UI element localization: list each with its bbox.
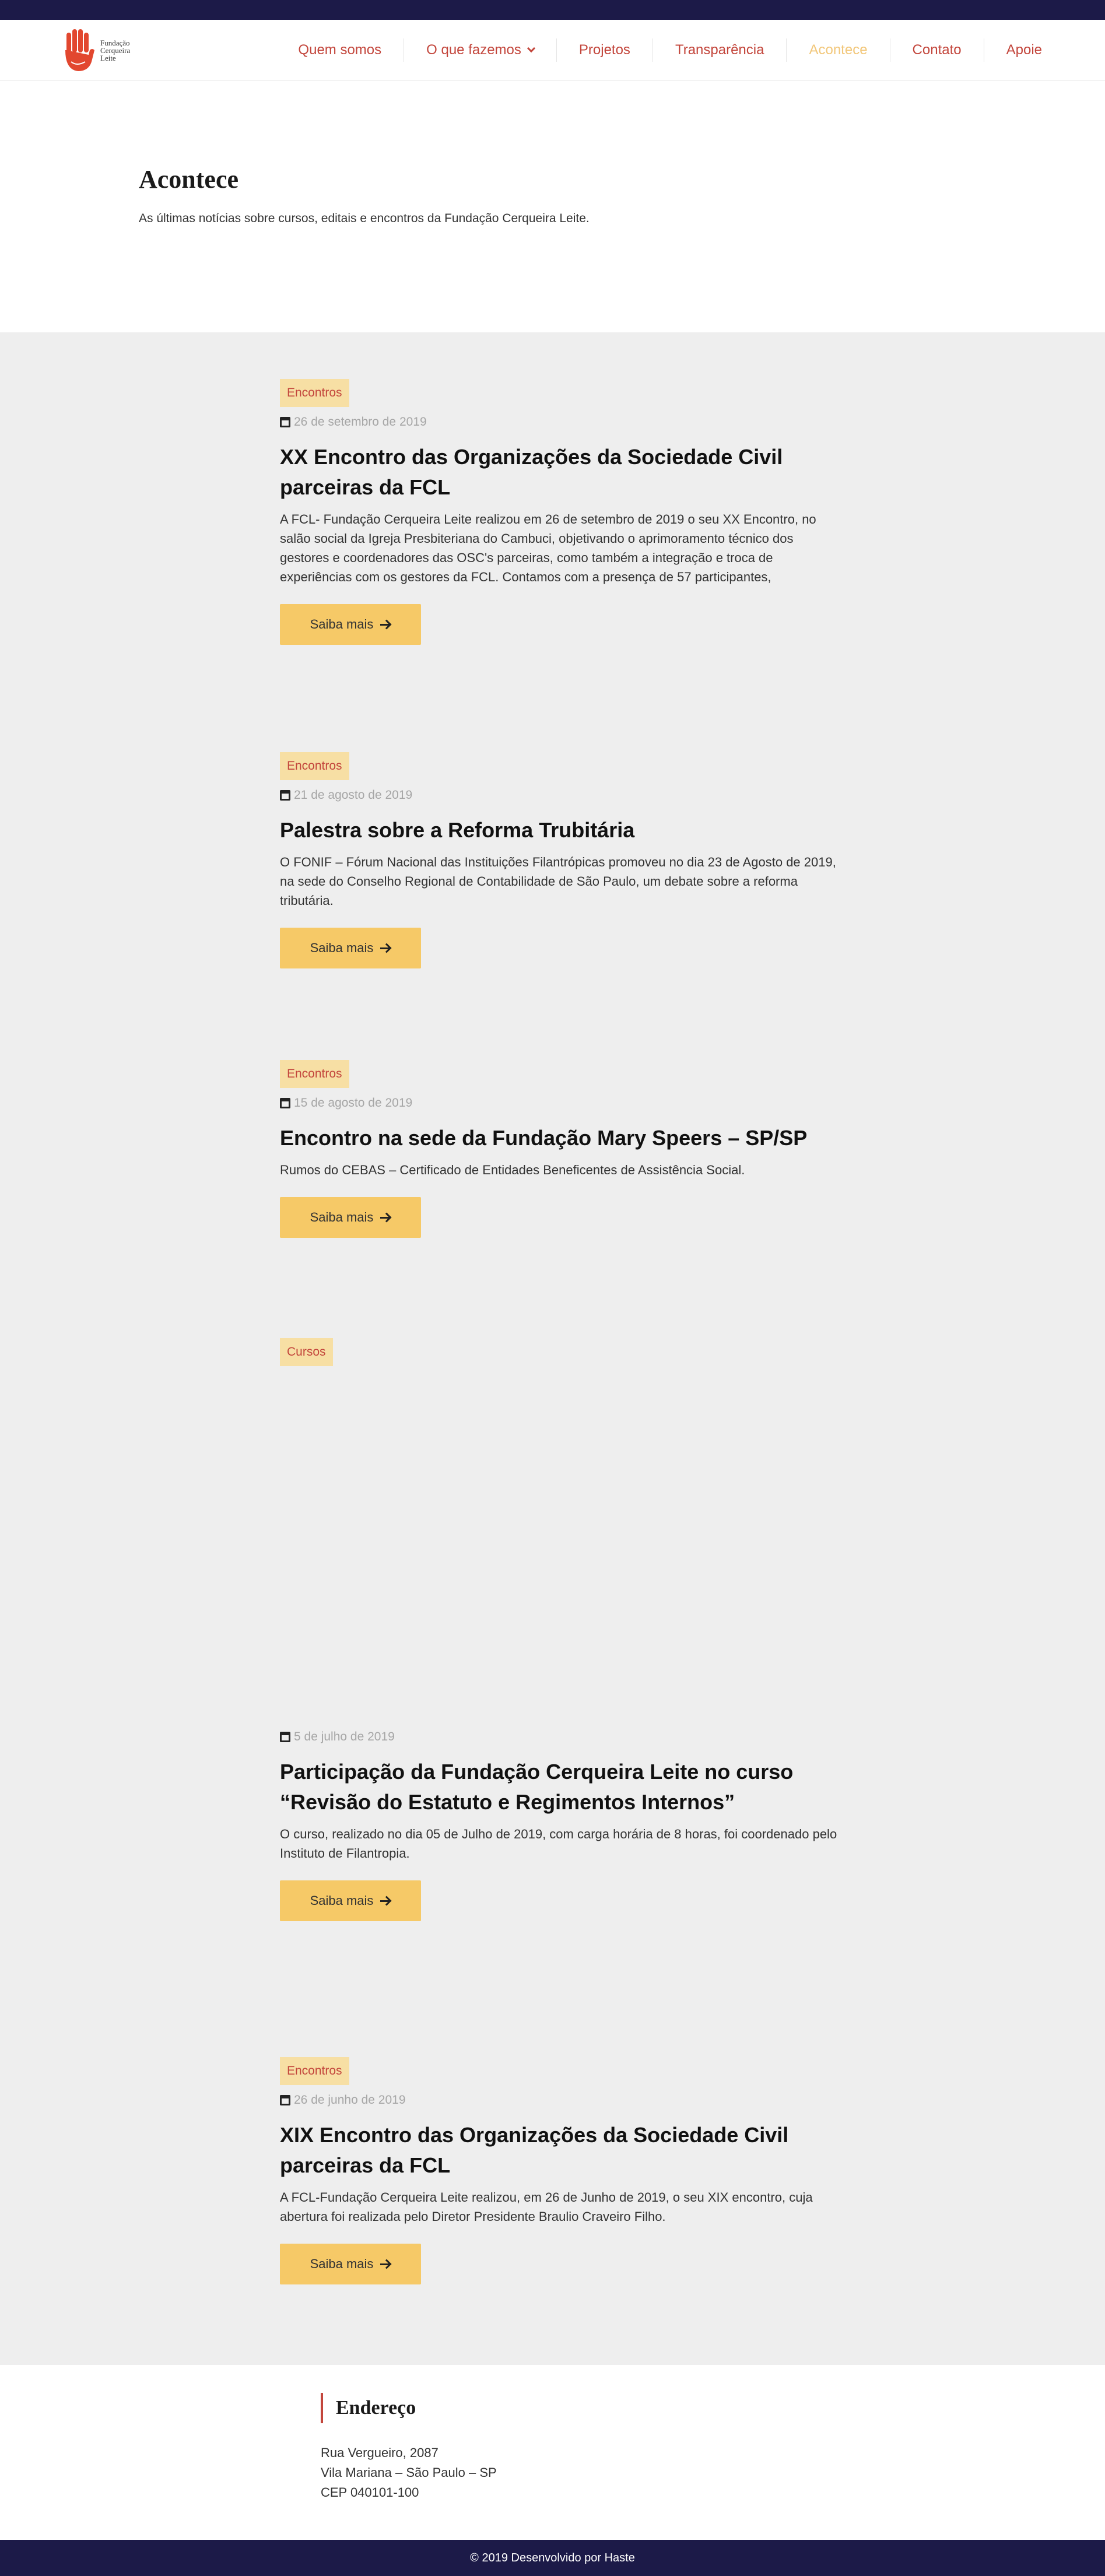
calendar-icon [280,417,290,427]
hand-logo-icon [65,29,94,71]
post-card: Encontros 15 de agosto de 2019 Encontro … [280,1060,840,1238]
page-title: Acontece [139,165,239,194]
top-bar [0,0,1105,20]
saiba-mais-button[interactable]: Saiba mais [280,1197,421,1238]
post-card: Encontros 21 de agosto de 2019 Palestra … [280,752,840,968]
logo-text-line: Cerqueira [100,45,131,55]
post-title[interactable]: Encontro na sede da Fundação Mary Speers… [280,1123,840,1153]
post-tag[interactable]: Encontros [280,752,349,780]
post-date-text: 26 de junho de 2019 [294,2093,406,2107]
post-excerpt: O FONIF – Fórum Nacional das Instituiçõe… [280,855,836,908]
nav-label: Contato [912,42,962,58]
post-title[interactable]: XIX Encontro das Organizações da Socieda… [280,2120,840,2181]
arrow-right-icon [380,1212,391,1223]
copyright-text: © 2019 Desenvolvido por Haste [470,2551,635,2564]
nav-label: Acontece [809,42,868,58]
arrow-right-icon [380,943,391,953]
nav-item-quem-somos[interactable]: Quem somos [276,38,404,62]
calendar-icon [280,1732,290,1742]
calendar-icon [280,790,290,801]
saiba-mais-button[interactable]: Saiba mais [280,604,421,645]
post-excerpt: O curso, realizado no dia 05 de Julho de… [280,1827,837,1861]
post-excerpt: Rumos do CEBAS – Certificado de Entidade… [280,1163,745,1177]
address-line: Vila Mariana – São Paulo – SP [321,2465,497,2480]
nav-label: Quem somos [298,42,382,58]
post-date-text: 15 de agosto de 2019 [294,1096,413,1110]
post-title[interactable]: Palestra sobre a Reforma Trubitária [280,815,840,845]
saiba-mais-button[interactable]: Saiba mais [280,928,421,968]
post-date: 5 de julho de 2019 [280,1730,840,1744]
footer-address: Endereço Rua Vergueiro, 2087 Vila Marian… [0,2365,1105,2540]
address-line: CEP 040101-100 [321,2485,419,2500]
post-tag[interactable]: Encontros [280,1060,349,1088]
post-tag[interactable]: Cursos [280,1338,333,1366]
address-title: Endereço [321,2393,1105,2423]
post-date: 21 de agosto de 2019 [280,788,840,802]
post-title[interactable]: XX Encontro das Organizações da Sociedad… [280,442,840,503]
post-date-text: 26 de setembro de 2019 [294,415,427,429]
nav-item-projetos[interactable]: Projetos [556,38,653,62]
button-label: Saiba mais [310,1210,374,1224]
chevron-down-icon [527,44,535,53]
post-excerpt: A FCL- Fundação Cerqueira Leite realizou… [280,512,816,584]
nav-item-acontece[interactable]: Acontece [786,38,889,62]
nav-label: Apoie [1006,42,1042,58]
calendar-icon [280,2095,290,2105]
button-label: Saiba mais [310,940,374,955]
address-line: Rua Vergueiro, 2087 [321,2445,439,2460]
logo-text-line: Leite [100,53,116,62]
button-label: Saiba mais [310,1893,374,1908]
post-tag[interactable]: Encontros [280,379,349,407]
post-date: 15 de agosto de 2019 [280,1096,840,1110]
saiba-mais-button[interactable]: Saiba mais [280,2244,421,2284]
post-title[interactable]: Participação da Fundação Cerqueira Leite… [280,1757,840,1817]
page-hero: Acontece As últimas notícias sobre curso… [0,81,1105,332]
nav-item-transparencia[interactable]: Transparência [652,38,787,62]
post-excerpt: A FCL-Fundação Cerqueira Leite realizou,… [280,2190,813,2224]
button-label: Saiba mais [310,2256,374,2271]
nav-label: O que fazemos [426,42,521,58]
nav-label: Transparência [675,42,764,58]
post-image-placeholder [280,1366,840,1722]
post-card: Encontros 26 de setembro de 2019 XX Enco… [280,379,840,645]
post-date-text: 5 de julho de 2019 [294,1730,395,1743]
post-date: 26 de junho de 2019 [280,2093,840,2107]
post-tag[interactable]: Encontros [280,2057,349,2085]
footer-bar: © 2019 Desenvolvido por Haste [0,2540,1105,2576]
arrow-right-icon [380,619,391,630]
post-card: Cursos 5 de julho de 2019 Participação d… [280,1338,840,1921]
arrow-right-icon [380,2259,391,2269]
post-date-text: 21 de agosto de 2019 [294,788,413,802]
address-lines: Rua Vergueiro, 2087 Vila Mariana – São P… [321,2443,1105,2503]
page-subtitle: As últimas notícias sobre cursos, editai… [139,212,590,225]
logo-text-line: Fundação [100,38,130,47]
main-nav: Quem somos O que fazemos Projetos Transp… [276,38,1042,62]
button-label: Saiba mais [310,617,374,631]
site-header: Fundação Cerqueira Leite Quem somos O qu… [0,20,1105,81]
nav-item-apoie[interactable]: Apoie [983,38,1042,62]
nav-item-o-que-fazemos[interactable]: O que fazemos [404,38,556,62]
logo[interactable]: Fundação Cerqueira Leite [63,27,130,73]
post-card: Encontros 26 de junho de 2019 XIX Encont… [280,2057,840,2284]
saiba-mais-button[interactable]: Saiba mais [280,1880,421,1921]
logo-text: Fundação Cerqueira Leite [100,39,130,62]
nav-item-contato[interactable]: Contato [889,38,984,62]
nav-label: Projetos [578,42,630,58]
arrow-right-icon [380,1896,391,1906]
posts-list: Encontros 26 de setembro de 2019 XX Enco… [0,332,1105,2365]
post-date: 26 de setembro de 2019 [280,415,840,429]
calendar-icon [280,1098,290,1108]
